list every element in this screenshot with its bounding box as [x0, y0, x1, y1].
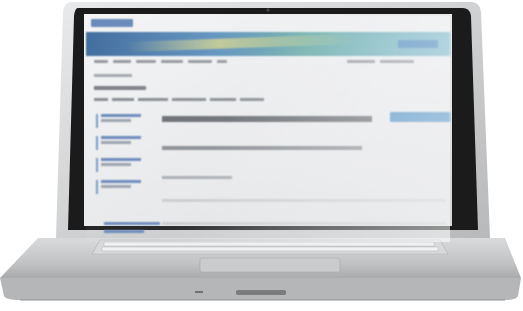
site-logo	[91, 19, 133, 27]
trackpad	[199, 257, 341, 273]
headline-text	[162, 116, 372, 122]
main-content	[162, 116, 446, 240]
site-banner	[86, 32, 450, 56]
call-to-action-button	[390, 112, 450, 122]
banner-button	[398, 40, 438, 48]
content-row	[162, 176, 232, 179]
sidebar-item	[96, 158, 148, 172]
content-row	[162, 222, 446, 225]
breadcrumb	[94, 74, 132, 77]
sidebar-item	[96, 180, 148, 194]
content-tabs	[94, 98, 314, 102]
content-row	[162, 199, 446, 202]
laptop-base	[0, 238, 521, 301]
lid-release-notch	[236, 290, 286, 295]
top-navigation	[94, 60, 444, 65]
camera-icon	[266, 8, 270, 12]
sidebar-item	[96, 136, 148, 150]
paragraph-text	[162, 146, 362, 150]
website-on-screen	[86, 16, 450, 242]
page-title	[94, 86, 146, 90]
sidebar-footer-links	[104, 222, 166, 242]
sidebar-item	[96, 114, 148, 128]
